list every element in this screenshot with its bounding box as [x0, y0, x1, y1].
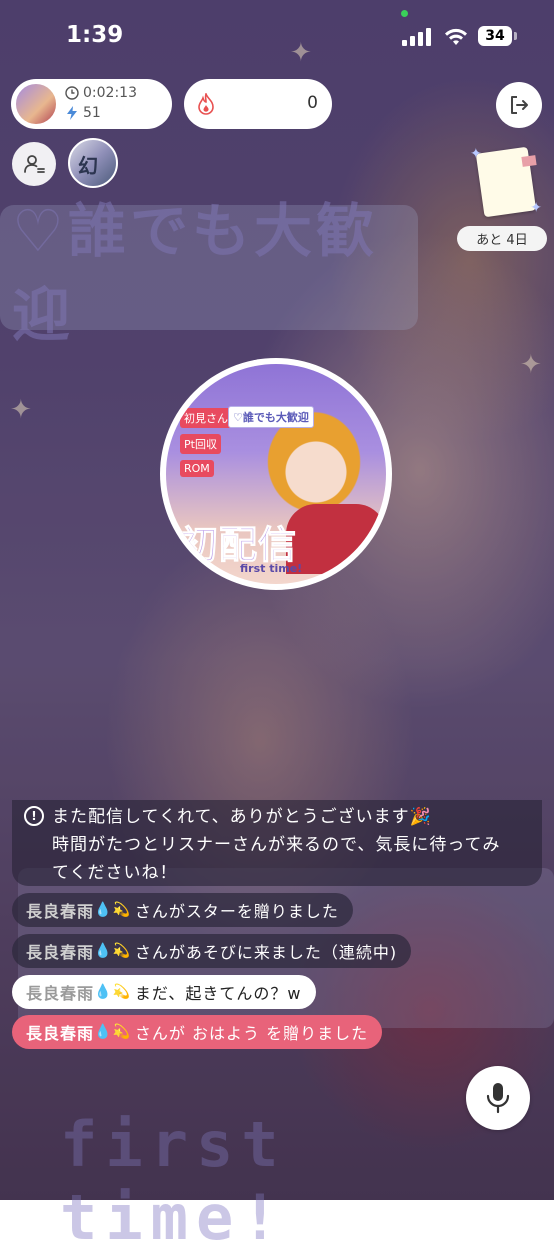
cover-subtitle: first time! [240, 562, 303, 575]
status-time: 1:39 [66, 22, 124, 48]
chat-username[interactable]: 長良春雨 [26, 1020, 94, 1044]
cover-artwork: 初見さん ♡誰でも大歓迎 Pt回収 ROM 初配信 first time! [166, 364, 386, 584]
flame-icon [198, 93, 214, 115]
stream-cover-image: 初見さん ♡誰でも大歓迎 Pt回収 ROM 初配信 first time! [160, 358, 392, 590]
clock-icon [65, 86, 79, 100]
chat-user-emoji: 💧💫 [94, 902, 131, 918]
listener-count-value: 51 [83, 105, 101, 121]
cover-tag: ROM [180, 460, 214, 477]
microphone-icon [486, 1083, 510, 1114]
cover-tag: Pt回収 [180, 434, 221, 454]
elapsed-time-value: 0:02:13 [83, 85, 137, 101]
chat-user-emoji: 💧💫 [94, 984, 131, 1000]
event-card-icon[interactable]: ✦ ✦ [470, 146, 542, 218]
viewer-avatar[interactable]: 幻 [68, 138, 118, 188]
chat-username[interactable]: 長良春雨 [26, 939, 94, 963]
stream-info-pill[interactable]: 0:02:13 51 [11, 79, 172, 129]
sparkle-icon: ✦ [470, 146, 482, 162]
listener-count: 51 [65, 105, 101, 121]
camera-indicator-icon [401, 10, 408, 17]
chat-text: さんが おはよう を贈りました [134, 1024, 369, 1043]
chat-message[interactable]: 長良春雨 💧💫 さんがスターを贈りました [12, 893, 353, 927]
chat-user-emoji: 💧💫 [94, 943, 131, 959]
wifi-icon [445, 28, 467, 45]
system-message-line: 時間がたつとリスナーさんが来るので、気長に待ってみ [52, 835, 501, 855]
cellular-signal-icon [402, 28, 434, 46]
lightning-icon [67, 106, 77, 120]
chat-message-gift[interactable]: 長良春雨 💧💫 さんが おはよう を贈りました [12, 1015, 383, 1049]
info-icon: ! [24, 806, 44, 826]
status-bar: 1:39 34 [0, 0, 554, 70]
stamp-icon [521, 155, 537, 167]
event-days-left[interactable]: あと 4日 [457, 226, 547, 251]
sparkle-icon: ✦ [530, 200, 542, 216]
listener-list-button[interactable] [12, 142, 56, 186]
cover-title: 初配信 [179, 523, 298, 568]
system-message-line: また配信してくれて、ありがとうございます🎉 [52, 807, 432, 827]
cover-tag: 初見さん [180, 408, 232, 428]
score-value: 0 [307, 93, 318, 113]
exit-button[interactable] [496, 82, 542, 128]
chat-message[interactable]: 長良春雨 💧💫 まだ、起きてんの？w [12, 975, 316, 1009]
system-message-line: てくださいね！ [52, 863, 178, 883]
exit-icon [511, 96, 528, 114]
chat-text: さんがあそびに来ました（連続中) [134, 943, 398, 962]
battery-nub [514, 32, 517, 40]
microphone-button[interactable] [466, 1066, 530, 1130]
battery-indicator: 34 [478, 26, 512, 46]
chat-username[interactable]: 長良春雨 [26, 980, 94, 1004]
viewer-avatar-mark: 幻 [78, 154, 98, 178]
chat-user-emoji: 💧💫 [94, 1024, 131, 1040]
user-list-icon [24, 155, 45, 173]
system-message: ! また配信してくれて、ありがとうございます🎉 時間がたつとリスナーさんが来るの… [12, 800, 542, 886]
chat-text: まだ、起きてんの？w [134, 984, 302, 1003]
chat-username[interactable]: 長良春雨 [26, 898, 94, 922]
elapsed-time: 0:02:13 [65, 85, 137, 101]
chat-message[interactable]: 長良春雨 💧💫 さんがあそびに来ました（連続中) [12, 934, 412, 968]
score-pill[interactable]: 0 [184, 79, 332, 129]
cover-tag-welcome: ♡誰でも大歓迎 [228, 406, 314, 428]
host-avatar[interactable] [14, 82, 58, 126]
chat-text: さんがスターを贈りました [134, 902, 339, 921]
